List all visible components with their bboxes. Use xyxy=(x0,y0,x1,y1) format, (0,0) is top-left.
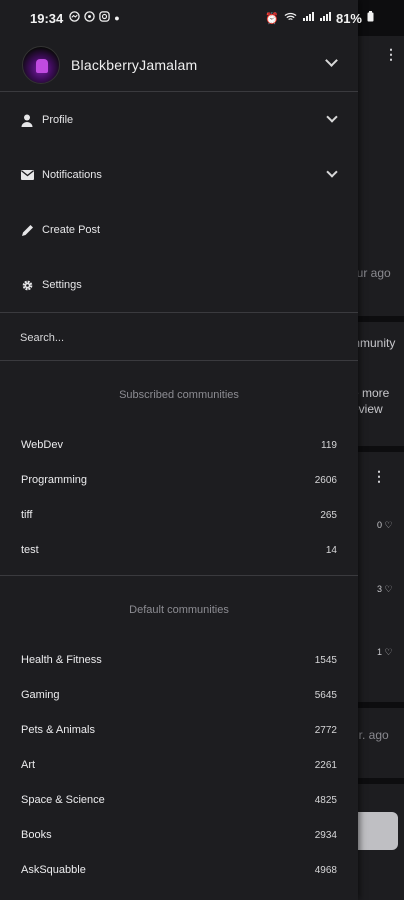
menu-profile-label: Profile xyxy=(42,114,74,126)
community-count: 2606 xyxy=(314,474,337,486)
community-row-tiff[interactable]: tiff 265 xyxy=(0,500,358,530)
menu-create-post-label: Create Post xyxy=(42,224,101,236)
community-name: Gaming xyxy=(21,689,60,701)
gear-icon xyxy=(20,278,34,292)
community-row-asksquabble[interactable]: AskSquabble 4968 xyxy=(0,855,358,885)
pencil-icon xyxy=(20,223,34,237)
community-row-space-science[interactable]: Space & Science 4825 xyxy=(0,785,358,815)
menu-profile[interactable]: Profile xyxy=(0,100,358,140)
community-count: 1545 xyxy=(314,654,337,666)
community-count: 5645 xyxy=(314,689,337,701)
community-count: 119 xyxy=(321,439,337,451)
status-time: 19:34 xyxy=(30,10,64,26)
chevron-down-icon xyxy=(326,166,338,178)
community-name: tiff xyxy=(21,509,33,521)
menu-settings-label: Settings xyxy=(42,279,82,291)
community-count: 4825 xyxy=(314,794,337,806)
alarm-icon: ⏰ xyxy=(265,12,279,25)
bg-more-icon-2: ⋮ xyxy=(372,468,386,484)
account-username: BlackberryJamalam xyxy=(71,57,198,73)
chevron-down-icon xyxy=(326,111,338,123)
account-switcher[interactable]: BlackberryJamalam xyxy=(0,40,358,90)
menu-create-post[interactable]: Create Post xyxy=(0,210,358,250)
system-icons: ⏰ 81% xyxy=(265,11,374,26)
community-row-pets-animals[interactable]: Pets & Animals 2772 xyxy=(0,715,358,745)
bg-vote-1: 1 ♡ xyxy=(377,647,393,657)
community-row-webdev[interactable]: WebDev 119 xyxy=(0,430,358,460)
whatsapp-icon xyxy=(84,11,95,25)
person-icon xyxy=(20,113,34,127)
community-count: 2261 xyxy=(314,759,337,771)
community-name: Books xyxy=(21,829,52,841)
community-row-art[interactable]: Art 2261 xyxy=(0,750,358,780)
community-name: Art xyxy=(21,759,36,771)
community-row-gaming[interactable]: Gaming 5645 xyxy=(0,680,358,710)
menu-notifications[interactable]: Notifications xyxy=(0,155,358,195)
community-row-programming[interactable]: Programming 2606 xyxy=(0,465,358,495)
community-name: Space & Science xyxy=(21,794,105,806)
messenger-icon xyxy=(69,11,80,25)
avatar xyxy=(22,46,60,84)
default-communities-heading: Default communities xyxy=(129,604,229,616)
community-count: 4968 xyxy=(314,864,337,876)
dot-icon: ● xyxy=(114,13,120,23)
community-row-health-fitness[interactable]: Health & Fitness 1545 xyxy=(0,645,358,675)
community-name: Pets & Animals xyxy=(21,724,95,736)
chevron-down-icon xyxy=(325,54,338,67)
bg-vote-0: 0 ♡ xyxy=(377,520,393,530)
community-name: test xyxy=(21,544,39,556)
community-count: 265 xyxy=(320,509,337,521)
battery-icon xyxy=(367,11,374,25)
community-name: WebDev xyxy=(21,439,63,451)
instagram-icon xyxy=(99,11,110,25)
community-count: 2772 xyxy=(314,724,337,736)
divider xyxy=(0,91,358,92)
mail-icon xyxy=(20,168,34,182)
notification-icons: ● xyxy=(69,11,120,25)
community-name: Programming xyxy=(21,474,88,486)
signal-icon-2 xyxy=(319,11,331,25)
search-input[interactable]: Search... xyxy=(0,318,358,358)
community-count: 2934 xyxy=(314,829,337,841)
divider xyxy=(0,360,358,361)
wifi-icon xyxy=(284,12,297,25)
signal-icon-1 xyxy=(302,11,314,25)
community-row-test[interactable]: test 14 xyxy=(0,535,358,565)
menu-notifications-label: Notifications xyxy=(42,169,102,181)
community-name: AskSquabble xyxy=(21,864,86,876)
bg-vote-3: 3 ♡ xyxy=(377,584,393,594)
status-bar: 19:34 ● ⏰ 81% xyxy=(0,0,404,36)
bg-more-icon: ⋮ xyxy=(384,46,398,62)
community-name: Health & Fitness xyxy=(21,654,102,666)
navigation-drawer: BlackberryJamalam Profile Notifications … xyxy=(0,0,358,900)
battery-percent: 81% xyxy=(335,10,362,26)
menu-settings[interactable]: Settings xyxy=(0,265,358,305)
community-count: 14 xyxy=(325,544,337,556)
divider xyxy=(0,312,358,313)
divider xyxy=(0,575,358,576)
community-row-books[interactable]: Books 2934 xyxy=(0,820,358,850)
subscribed-communities-heading: Subscribed communities xyxy=(119,389,239,401)
